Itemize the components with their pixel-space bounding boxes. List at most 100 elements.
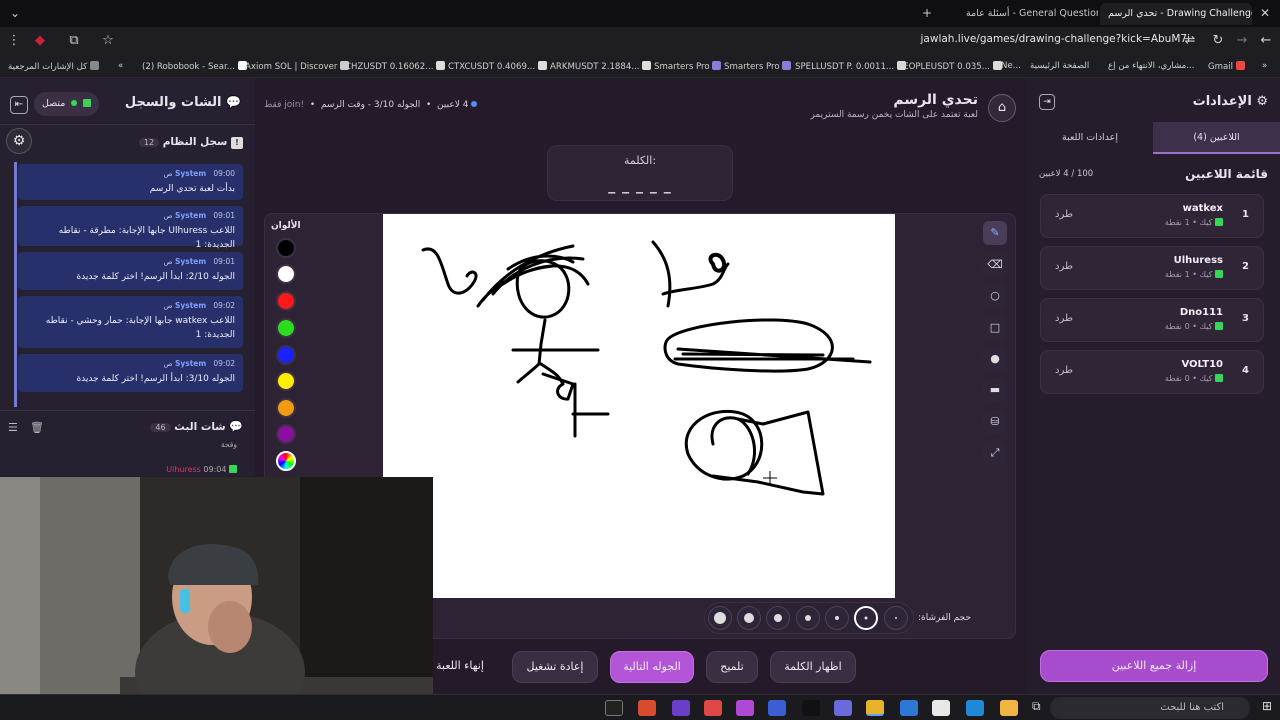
color-swatch-black[interactable] bbox=[276, 238, 296, 258]
brush-size-option[interactable] bbox=[737, 606, 761, 630]
app-icon[interactable] bbox=[638, 700, 656, 716]
fill-bucket-tool-button[interactable]: ⛁ bbox=[983, 410, 1007, 434]
kick-player-button[interactable]: طرد bbox=[1055, 365, 1073, 376]
hint-button[interactable]: تلميح bbox=[706, 651, 758, 683]
kick-icon bbox=[1215, 322, 1223, 330]
tab-drawing-challenge[interactable]: تحدي الرسم - Drawing Challenge bbox=[1100, 3, 1252, 25]
stream-chat-menu-icon[interactable]: ☰ bbox=[8, 421, 18, 434]
player-row: 2 Ulhuress كيك • 1 نقطة طرد bbox=[1040, 246, 1264, 290]
restart-button[interactable]: إعادة تشغيل bbox=[512, 651, 598, 683]
forward-icon[interactable]: → bbox=[1232, 33, 1252, 48]
drawing-canvas[interactable] bbox=[383, 214, 895, 598]
kick-player-button[interactable]: طرد bbox=[1055, 209, 1073, 220]
app-icon[interactable] bbox=[704, 700, 722, 716]
close-window-icon[interactable]: ✕ bbox=[1250, 4, 1280, 22]
extension-icon[interactable]: ◆ bbox=[30, 33, 50, 48]
bookmark-more-icon[interactable]: » bbox=[1262, 61, 1267, 71]
epic-games-icon[interactable] bbox=[605, 700, 623, 716]
kick-icon bbox=[83, 99, 92, 107]
tab-title: تحدي الرسم - Drawing Challenge bbox=[1108, 8, 1252, 19]
kick-icon bbox=[1215, 218, 1223, 226]
app-icon[interactable] bbox=[736, 700, 754, 716]
color-swatch-orange[interactable] bbox=[276, 398, 296, 418]
brush-size-option[interactable] bbox=[825, 606, 849, 630]
collapse-settings-icon[interactable]: ⇥ bbox=[1039, 94, 1055, 110]
bookmark-chevron-icon[interactable]: « bbox=[118, 61, 123, 71]
bookmark-star-icon[interactable]: ☆ bbox=[98, 33, 118, 48]
bookmark-item[interactable]: ARKMUSDT 2.1884... bbox=[550, 61, 654, 72]
bookmark-item[interactable]: Ne... bbox=[1001, 61, 1021, 71]
system-log-header[interactable]: ! سجل النظام 12 bbox=[138, 136, 243, 149]
tab-game-settings[interactable]: إعدادات اللعبة bbox=[1027, 122, 1153, 154]
player-capacity: 100 / 4 لاعبين bbox=[1039, 169, 1094, 179]
bookmark-item[interactable]: Smarters Pro bbox=[724, 61, 794, 72]
color-swatch-green[interactable] bbox=[276, 318, 296, 338]
bookmark-item[interactable]: (2) Robobook - Sear... bbox=[142, 61, 250, 72]
app-icon[interactable] bbox=[672, 700, 690, 716]
reload-icon[interactable]: ↻ bbox=[1208, 33, 1228, 48]
site-settings-icon[interactable]: ⇌ bbox=[1180, 33, 1200, 48]
stream-chat-header[interactable]: 💬 شات البث 46 bbox=[150, 420, 243, 433]
kick-player-button[interactable]: طرد bbox=[1055, 313, 1073, 324]
color-swatch-white[interactable] bbox=[276, 264, 296, 284]
collapse-panel-icon[interactable]: ⇤ bbox=[10, 96, 28, 114]
reveal-word-button[interactable]: اظهار الكلمة bbox=[770, 651, 856, 683]
back-icon[interactable]: ← bbox=[1256, 33, 1276, 48]
new-tab-icon[interactable]: + bbox=[912, 4, 942, 22]
trash-icon[interactable]: 🗑 bbox=[30, 421, 44, 434]
brush-size-option[interactable] bbox=[884, 606, 908, 630]
bookmark-all[interactable]: كل الإشارات المرجعية bbox=[8, 61, 102, 72]
chat-bubble-icon: 💬 bbox=[229, 420, 243, 433]
windows-start-icon[interactable]: ⊞ bbox=[1262, 699, 1272, 713]
bookmark-item[interactable]: CTXCUSDT 0.4069... bbox=[448, 61, 550, 72]
bookmark-item[interactable]: SPELLUSDT P. 0.0011... bbox=[795, 61, 909, 72]
log-scrollbar[interactable] bbox=[14, 162, 17, 407]
filled-circle-tool-button[interactable]: ● bbox=[983, 347, 1007, 371]
bookmark-item[interactable]: مشاري، الانتهاء من إع... bbox=[1108, 61, 1195, 71]
bookmark-item[interactable]: PEOPLEUSDT 0.035... bbox=[898, 61, 1005, 72]
file-explorer-icon[interactable] bbox=[1000, 700, 1018, 716]
taskbar-search[interactable]: اكتب هنا للبحث bbox=[1050, 697, 1250, 719]
bookmark-item[interactable]: Axiom SOL | Discover bbox=[245, 61, 352, 72]
tab-general-questions[interactable]: أسئلة عامة - General Questions bbox=[958, 3, 1098, 25]
color-swatch-red[interactable] bbox=[276, 291, 296, 311]
brush-size-option-selected[interactable] bbox=[854, 606, 878, 630]
brush-size-option[interactable] bbox=[708, 606, 732, 630]
tiktok-icon[interactable] bbox=[802, 700, 820, 716]
pencil-tool-button[interactable]: ✎ bbox=[983, 221, 1007, 245]
connection-status-badge: متصل bbox=[34, 92, 100, 116]
bookmark-item[interactable]: CHZUSDT 0.16062... bbox=[345, 61, 448, 72]
bookmark-item[interactable]: Gmail bbox=[1208, 61, 1248, 72]
custom-color-picker[interactable] bbox=[276, 451, 296, 471]
outlook-icon[interactable] bbox=[900, 700, 918, 716]
color-swatch-purple[interactable] bbox=[276, 424, 296, 444]
circle-tool-button[interactable]: ○ bbox=[983, 284, 1007, 308]
store-icon[interactable] bbox=[932, 700, 950, 716]
rectangle-tool-button[interactable]: □ bbox=[983, 316, 1007, 340]
app-icon[interactable] bbox=[768, 700, 786, 716]
line-tool-button[interactable]: ⤢ bbox=[983, 441, 1007, 465]
remove-all-players-button[interactable]: إزالة جميع اللاعبين bbox=[1040, 650, 1268, 682]
tab-list-icon[interactable]: ⌄ bbox=[0, 4, 30, 22]
kick-player-button[interactable]: طرد bbox=[1055, 261, 1073, 272]
brush-size-option[interactable] bbox=[766, 606, 790, 630]
chrome-icon[interactable] bbox=[866, 700, 884, 716]
task-view-icon[interactable]: ⧉ bbox=[1032, 699, 1041, 714]
color-swatch-yellow[interactable] bbox=[276, 371, 296, 391]
color-swatch-blue[interactable] bbox=[276, 345, 296, 365]
next-round-button[interactable]: الجوله التالية bbox=[610, 651, 694, 683]
bookmark-item[interactable]: الصفحة الرئيسية bbox=[1030, 61, 1089, 71]
eraser-tool-button[interactable]: ⌫ bbox=[983, 253, 1007, 277]
steam-icon[interactable]: ⚙ bbox=[6, 128, 32, 154]
edge-icon[interactable] bbox=[966, 700, 984, 716]
tab-players[interactable]: اللاعبين (4) bbox=[1153, 122, 1280, 154]
url-field[interactable]: jawlah.live/games/drawing-challenge?kick… bbox=[921, 33, 1190, 45]
extensions-icon[interactable]: ⧉ bbox=[64, 33, 84, 48]
filled-rectangle-tool-button[interactable]: ▬ bbox=[983, 378, 1007, 402]
home-button[interactable]: ⌂ bbox=[988, 94, 1016, 122]
gmail-icon bbox=[1235, 61, 1245, 70]
brush-size-option[interactable] bbox=[796, 606, 820, 630]
app-icon[interactable] bbox=[834, 700, 852, 716]
bookmark-item[interactable]: Smarters Pro bbox=[654, 61, 724, 72]
menu-dots-icon[interactable]: ⋮ bbox=[4, 33, 24, 48]
